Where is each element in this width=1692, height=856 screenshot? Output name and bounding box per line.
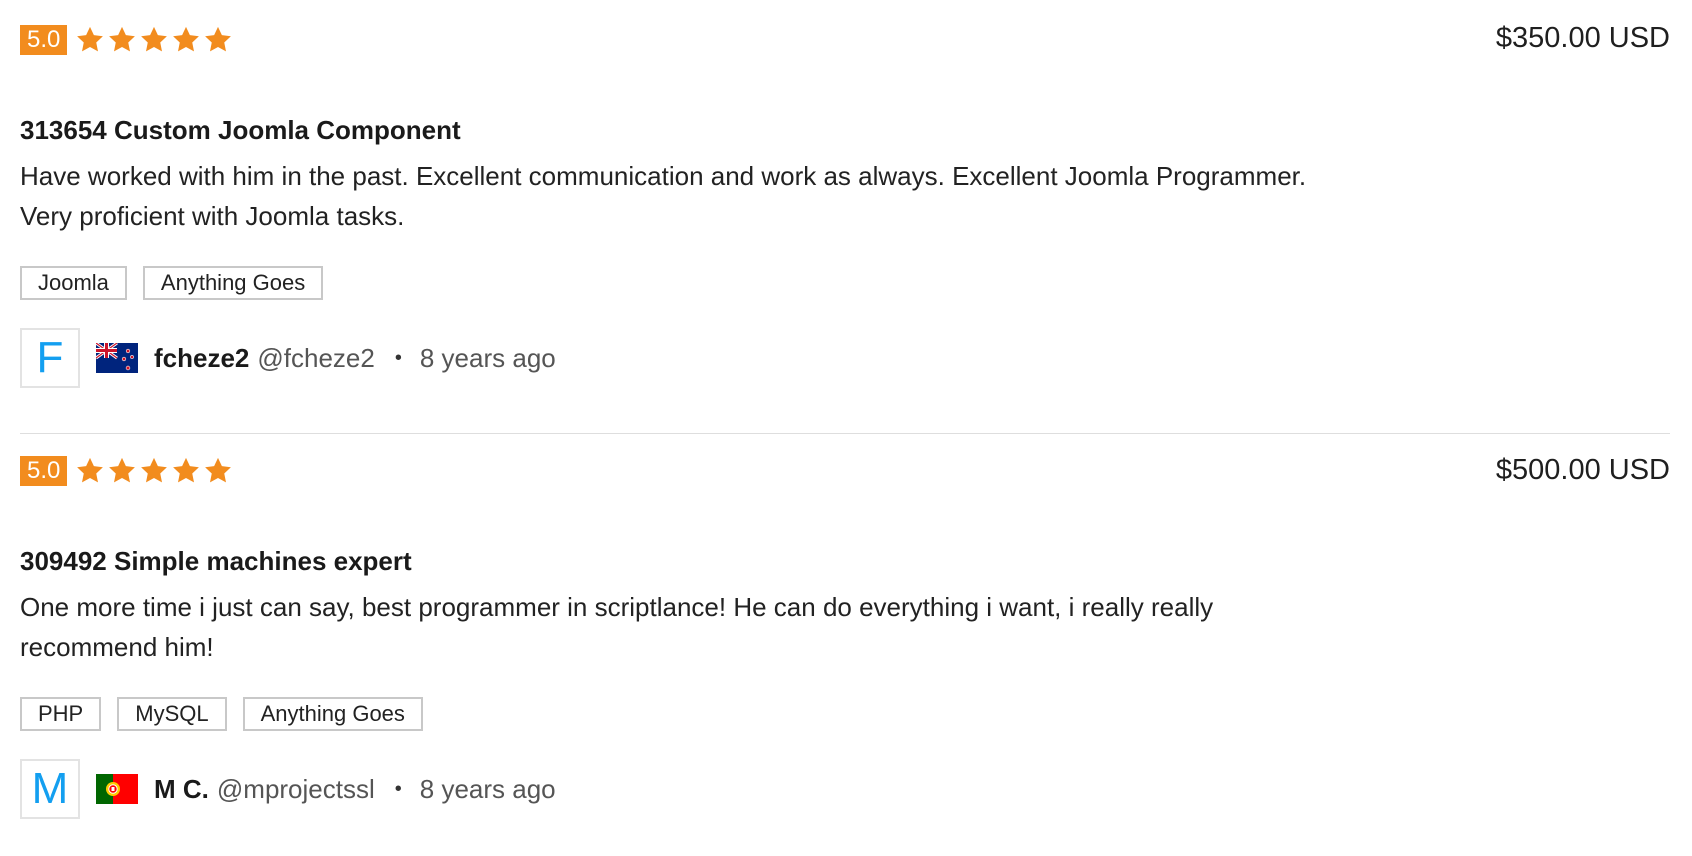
- star-icon: [171, 25, 201, 55]
- star-icon: [107, 456, 137, 486]
- star-rating: [75, 456, 235, 486]
- reviewer-info: M M C. @mprojectssl • 8 years ago: [20, 759, 1670, 819]
- skill-tags: Joomla Anything Goes: [20, 266, 1670, 300]
- separator-dot: •: [394, 346, 402, 369]
- rating-row: 5.0: [20, 451, 1670, 491]
- reviewer-handle: @fcheze2: [257, 342, 375, 373]
- star-icon: [107, 25, 137, 55]
- skill-tag[interactable]: Anything Goes: [142, 266, 324, 300]
- project-title[interactable]: 309492 Simple machines expert: [20, 545, 1670, 577]
- portugal-flag-icon: [96, 774, 138, 804]
- project-price: $500.00 USD: [1495, 454, 1670, 486]
- review-time: 8 years ago: [419, 773, 556, 804]
- skill-tags: PHP MySQL Anything Goes: [20, 697, 1670, 731]
- review-text: One more time i just can say, best progr…: [20, 592, 1214, 662]
- skill-tag[interactable]: MySQL: [117, 697, 227, 731]
- rating-row: 5.0: [20, 20, 1670, 60]
- star-rating: [75, 25, 235, 55]
- star-icon: [203, 25, 233, 55]
- reviews-list: 5.0 $350.00 USD 313654 Custom Joomla Com…: [20, 20, 1670, 851]
- new-zealand-flag-icon: [96, 343, 138, 373]
- star-icon: [139, 456, 169, 486]
- reviewer-handle: @mprojectssl: [216, 773, 375, 804]
- project-price: $350.00 USD: [1495, 22, 1670, 54]
- avatar[interactable]: F: [20, 328, 80, 388]
- review-card: 5.0 $500.00 USD 309492 Simple machines e…: [20, 433, 1670, 851]
- separator-dot: •: [394, 777, 402, 800]
- skill-tag[interactable]: PHP: [20, 697, 102, 731]
- avatar[interactable]: M: [20, 759, 80, 819]
- project-title[interactable]: 313654 Custom Joomla Component: [20, 114, 1670, 146]
- reviewer-name[interactable]: fcheze2: [154, 343, 249, 374]
- reviewer-info: F fcheze2 @fcheze2 • 8 years ago: [20, 328, 1670, 388]
- score-badge: 5.0: [20, 456, 68, 486]
- skill-tag[interactable]: Joomla: [20, 266, 127, 300]
- review-card: 5.0 $350.00 USD 313654 Custom Joomla Com…: [20, 20, 1670, 433]
- review-text: Have worked with him in the past. Excell…: [20, 161, 1307, 231]
- star-icon: [75, 25, 105, 55]
- score-badge: 5.0: [20, 25, 68, 55]
- star-icon: [139, 25, 169, 55]
- reviewer-name[interactable]: M C.: [154, 774, 209, 805]
- star-icon: [203, 456, 233, 486]
- star-icon: [171, 456, 201, 486]
- review-time: 8 years ago: [419, 342, 556, 373]
- skill-tag[interactable]: Anything Goes: [242, 697, 423, 731]
- star-icon: [75, 456, 105, 486]
